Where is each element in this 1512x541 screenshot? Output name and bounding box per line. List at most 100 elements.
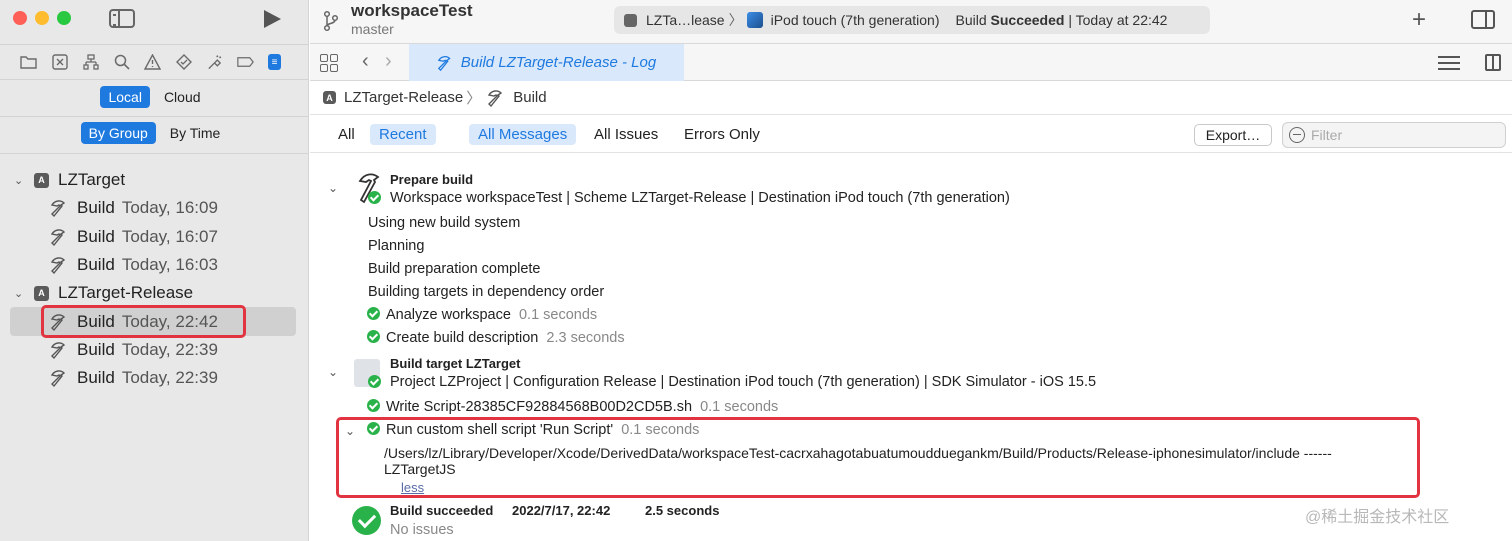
- log-step[interactable]: Analyze workspace 0.1 seconds: [367, 307, 597, 323]
- group-label: LZTarget-Release: [58, 283, 194, 303]
- scheme-name[interactable]: LZTa…lease: [646, 12, 725, 28]
- item-date: Today, 22:39: [121, 368, 218, 388]
- app-target-icon: [34, 172, 49, 188]
- success-check-icon: [367, 330, 380, 343]
- success-check-icon: [367, 307, 380, 320]
- log-step[interactable]: Create build description 2.3 seconds: [367, 330, 625, 346]
- annotation-highlight-box: [336, 417, 1420, 498]
- breakpoint-icon[interactable]: [237, 54, 254, 71]
- sidebar-toggle-icon[interactable]: [109, 9, 135, 28]
- chevron-down-icon[interactable]: ⌄: [328, 365, 338, 379]
- project-title: workspaceTest: [351, 1, 473, 20]
- search-icon[interactable]: [113, 54, 130, 71]
- export-button[interactable]: Export…: [1194, 124, 1272, 146]
- report-tree: ⌄ LZTarget Build Today, 16:09 Build Toda…: [0, 166, 309, 392]
- tree-item-build[interactable]: Build Today, 16:09: [0, 194, 309, 222]
- errors-only-button[interactable]: Errors Only: [675, 124, 769, 145]
- item-date: Today, 16:07: [121, 226, 218, 246]
- hammer-icon: [488, 89, 503, 107]
- cloud-segment[interactable]: Cloud: [156, 86, 209, 108]
- navigator-sidebar: ≡ Local Cloud By Group By Time ⌄ LZTarge…: [0, 0, 309, 541]
- watermark: @稀土掘金技术社区: [1305, 509, 1450, 526]
- divider: [0, 153, 309, 154]
- build-status-prefix: Build: [955, 12, 987, 28]
- all-messages-button[interactable]: All Messages: [469, 124, 577, 145]
- step-label: Analyze workspace: [386, 307, 511, 323]
- item-label: Build: [77, 226, 115, 246]
- build-success-icon: [352, 506, 381, 535]
- result-date: 2022/7/17, 22:42: [512, 503, 611, 518]
- step-label: Create build description: [386, 330, 539, 346]
- debug-spray-icon[interactable]: [206, 54, 223, 71]
- build-log: ⌄ Prepare build Workspace workspaceTest …: [310, 153, 1512, 541]
- item-date: Today, 22:39: [121, 339, 218, 359]
- hammer-icon: [50, 370, 66, 388]
- tree-group-lztarget[interactable]: ⌄ LZTarget: [0, 166, 309, 194]
- warning-icon[interactable]: [144, 54, 161, 71]
- window-controls: [13, 11, 71, 25]
- item-label: Build: [77, 368, 115, 388]
- log-line: Using new build system: [368, 215, 521, 231]
- step-time: 2.3 seconds: [546, 330, 625, 346]
- tree-item-build[interactable]: Build Today, 22:39: [0, 336, 309, 364]
- divider: [0, 116, 309, 117]
- success-check-icon: [368, 375, 381, 388]
- forward-arrow-icon[interactable]: ›: [385, 50, 392, 73]
- prepare-build-detail: Workspace workspaceTest | Scheme LZTarge…: [390, 190, 1010, 206]
- breadcrumb: LZTarget-Release 〉 Build: [310, 81, 1512, 115]
- scheme-icon: [624, 13, 637, 27]
- source-control-icon[interactable]: [51, 54, 68, 71]
- test-diamond-icon[interactable]: [175, 54, 192, 71]
- by-time-segment[interactable]: By Time: [162, 122, 229, 144]
- scope-all-button[interactable]: All: [329, 124, 364, 145]
- run-icon[interactable]: [264, 10, 281, 28]
- filter-icon: [1289, 127, 1305, 143]
- group-label: LZTarget: [58, 170, 126, 190]
- filter-input[interactable]: [1311, 127, 1491, 143]
- build-status-time: | Today at 22:42: [1068, 12, 1168, 28]
- report-navigator-icon[interactable]: ≡: [268, 54, 281, 70]
- activity-view[interactable]: LZTa…lease 〉 iPod touch (7th generation)…: [614, 6, 1210, 34]
- chevron-down-icon[interactable]: ⌄: [14, 174, 28, 187]
- chevron-right-icon: 〉: [728, 12, 743, 28]
- editor-options-icon[interactable]: [1438, 56, 1460, 70]
- all-issues-button[interactable]: All Issues: [585, 124, 667, 145]
- close-window-button[interactable]: [13, 11, 27, 25]
- tree-item-build[interactable]: Build Today, 16:07: [0, 223, 309, 251]
- back-arrow-icon[interactable]: ‹: [362, 50, 369, 73]
- local-segment[interactable]: Local: [100, 86, 150, 108]
- tree-item-build[interactable]: Build Today, 22:39: [0, 364, 309, 392]
- log-filter-bar: All Recent All Messages All Issues Error…: [310, 115, 1512, 153]
- hierarchy-icon[interactable]: [82, 54, 99, 71]
- breadcrumb-action[interactable]: Build: [513, 89, 546, 106]
- item-label: Build: [77, 198, 115, 218]
- chevron-down-icon[interactable]: ⌄: [328, 181, 338, 195]
- build-status-result: Succeeded: [990, 12, 1065, 28]
- breadcrumb-target[interactable]: LZTarget-Release: [344, 89, 463, 106]
- result-title: Build succeeded: [390, 503, 494, 518]
- app-target-icon: [323, 91, 336, 104]
- chevron-right-icon: 〉: [466, 90, 482, 107]
- step-time: 0.1 seconds: [518, 307, 598, 323]
- tree-item-build[interactable]: Build Today, 16:03: [0, 251, 309, 279]
- branch-name: master: [351, 21, 394, 37]
- split-editor-icon[interactable]: [1485, 54, 1501, 71]
- scope-recent-button[interactable]: Recent: [370, 124, 436, 145]
- filter-field[interactable]: [1282, 122, 1506, 148]
- by-group-segment[interactable]: By Group: [80, 122, 156, 144]
- annotation-highlight-box: [41, 305, 246, 338]
- related-items-grid-icon[interactable]: [320, 54, 338, 72]
- chevron-down-icon[interactable]: ⌄: [14, 287, 28, 300]
- device-name[interactable]: iPod touch (7th generation): [771, 12, 940, 28]
- inspector-toggle-icon[interactable]: [1471, 10, 1495, 29]
- zoom-window-button[interactable]: [57, 11, 71, 25]
- hammer-icon: [50, 342, 66, 359]
- log-step[interactable]: Write Script-28385CF92884568B00D2CD5B.sh…: [367, 399, 778, 415]
- navigator-selector-bar: ≡: [0, 44, 309, 80]
- app-target-icon: [34, 285, 49, 301]
- folder-icon[interactable]: [20, 54, 37, 71]
- tree-group-lztarget-release[interactable]: ⌄ LZTarget-Release: [0, 279, 309, 307]
- minimize-window-button[interactable]: [35, 11, 49, 25]
- add-icon[interactable]: +: [1412, 6, 1426, 34]
- tab-build-log[interactable]: Build LZTarget-Release - Log: [409, 44, 684, 81]
